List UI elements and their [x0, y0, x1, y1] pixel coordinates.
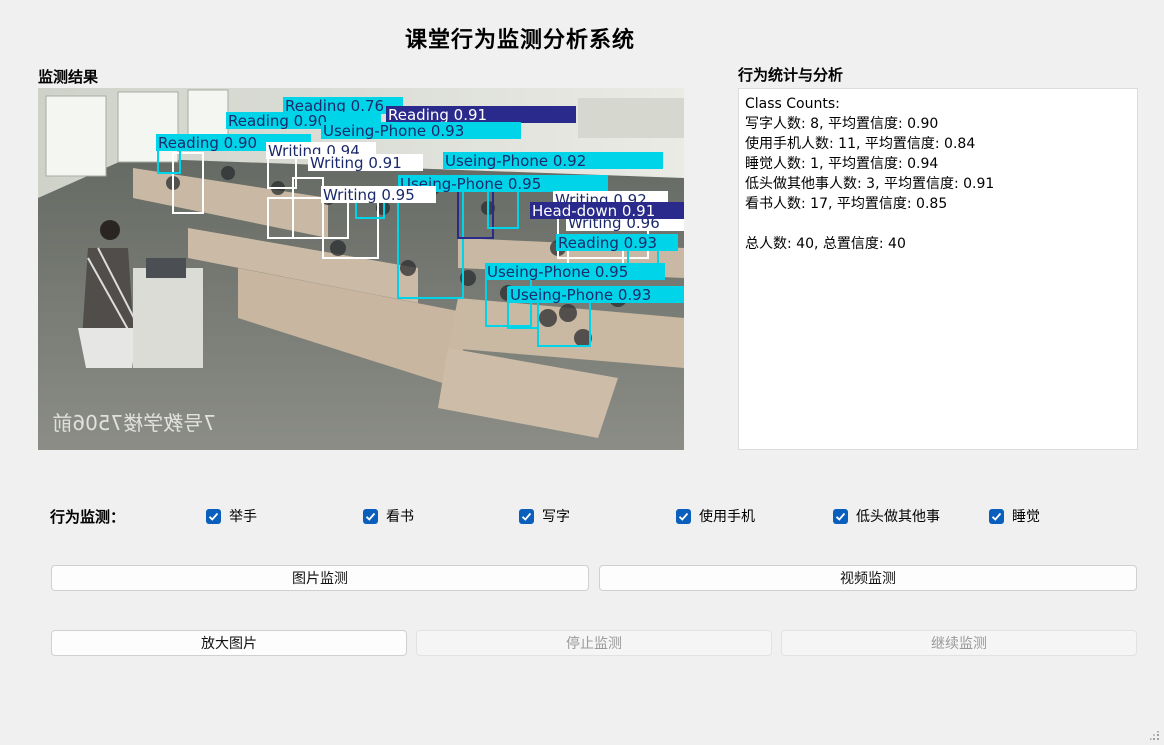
checkbox-head-down[interactable]: 低头做其他事 [833, 506, 940, 526]
det-label: Useing-Phone 0.93 [508, 286, 684, 304]
checkbox-label: 举手 [229, 509, 257, 525]
svg-text:Writing 0.91: Writing 0.91 [310, 154, 402, 172]
checkbox-writing[interactable]: 写字 [519, 506, 570, 526]
det-label: Useing-Phone 0.95 [485, 263, 665, 281]
checkbox-reading[interactable]: 看书 [363, 506, 414, 526]
checkbox-checked-icon[interactable] [519, 508, 534, 524]
checkbox-checked-icon[interactable] [989, 508, 1004, 524]
image-watermark: 7号教学楼7506前 [52, 411, 216, 435]
checkbox-raise-hand[interactable]: 举手 [206, 506, 257, 526]
svg-text:Writing 0.95: Writing 0.95 [323, 186, 415, 204]
checkbox-label: 睡觉 [1012, 509, 1040, 525]
checkbox-using-phone[interactable]: 使用手机 [676, 506, 755, 526]
checkbox-checked-icon[interactable] [363, 508, 378, 524]
det-label: Useing-Phone 0.93 [321, 122, 521, 140]
svg-text:Useing-Phone 0.92: Useing-Phone 0.92 [445, 152, 586, 170]
checkbox-label: 使用手机 [699, 509, 755, 525]
svg-text:Useing-Phone 0.93: Useing-Phone 0.93 [510, 286, 651, 304]
stats-textbox[interactable]: Class Counts: 写字人数: 8, 平均置信度: 0.90 使用手机人… [738, 88, 1138, 450]
svg-text:Head-down 0.91: Head-down 0.91 [532, 202, 655, 220]
enlarge-image-button[interactable]: 放大图片 [51, 630, 407, 656]
detection-result-image: Reading 0.76 Reading 0.91 Reading 0.90 R… [38, 88, 684, 450]
det-label: Head-down 0.91 [530, 202, 684, 220]
resize-grip-icon[interactable] [1150, 726, 1160, 740]
checkbox-label: 看书 [386, 509, 414, 525]
det-label: Useing-Phone 0.92 [443, 152, 663, 170]
det-label: Writing 0.95 [321, 186, 436, 204]
video-detect-button[interactable]: 视频监测 [599, 565, 1137, 591]
behavior-monitor-label: 行为监测： [50, 508, 126, 526]
checkbox-checked-icon[interactable] [206, 508, 221, 524]
checkbox-sleeping[interactable]: 睡觉 [989, 506, 1040, 526]
resume-detect-button[interactable]: 继续监测 [781, 630, 1137, 656]
stop-detect-button[interactable]: 停止监测 [416, 630, 772, 656]
result-label: 监测结果 [38, 68, 99, 86]
checkbox-label: 写字 [542, 509, 570, 525]
svg-text:Reading 0.90: Reading 0.90 [228, 112, 327, 130]
checkbox-checked-icon[interactable] [676, 508, 691, 524]
svg-text:Useing-Phone 0.95: Useing-Phone 0.95 [487, 263, 628, 281]
checkbox-checked-icon[interactable] [833, 508, 848, 524]
stats-label: 行为统计与分析 [738, 66, 844, 84]
svg-text:Reading 0.90: Reading 0.90 [158, 134, 257, 152]
checkbox-label: 低头做其他事 [856, 509, 940, 525]
app-title: 课堂行为监测分析系统 [404, 27, 635, 53]
det-label: Reading 0.93 [556, 234, 678, 252]
det-label: Writing 0.91 [308, 154, 423, 172]
svg-text:Useing-Phone 0.93: Useing-Phone 0.93 [323, 122, 464, 140]
image-detect-button[interactable]: 图片监测 [51, 565, 589, 591]
svg-text:Reading 0.93: Reading 0.93 [558, 234, 657, 252]
